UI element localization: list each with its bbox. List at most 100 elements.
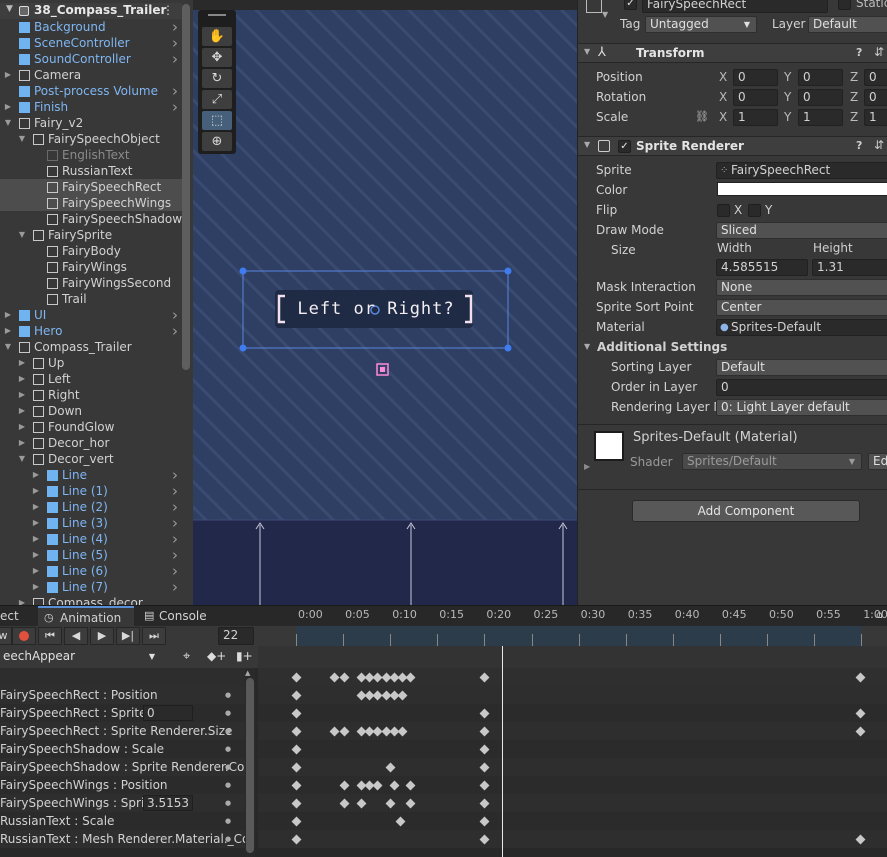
dopesheet-row[interactable] <box>258 704 887 722</box>
dopesheet-row[interactable] <box>258 722 887 740</box>
keyframe-dot-icon[interactable]: ● <box>225 686 231 704</box>
sprite-renderer-header[interactable]: ▼ ✓ Sprite Renderer ? ⇵ <box>578 136 887 156</box>
animation-property-row[interactable]: FairySpeechShadow : Sprite Renderer.Colo… <box>0 758 245 776</box>
hierarchy-item[interactable]: ▶ Line › <box>0 467 182 483</box>
keyframe-dot-icon[interactable]: ● <box>225 704 231 722</box>
play-button[interactable]: ▶ <box>90 627 114 645</box>
hierarchy-item[interactable]: ▼ Fairy_v2 <box>0 115 182 131</box>
chevron-down-icon[interactable]: ▼ <box>17 131 27 147</box>
chevron-right-icon[interactable]: › <box>172 483 178 499</box>
chevron-right-icon[interactable]: ▶ <box>17 595 27 605</box>
hierarchy-item[interactable]: ▶ Right <box>0 387 182 403</box>
animation-property-row[interactable]: FairySpeechRect : Sprite Renderer.Size ● <box>0 722 245 740</box>
keyframe-dot-icon[interactable]: ● <box>225 722 231 740</box>
dopesheet-row[interactable] <box>258 740 887 758</box>
hierarchy-item[interactable]: SceneController › <box>0 35 182 51</box>
animation-property-row[interactable]: FairySpeechWings : Sprit 3.5153 ● <box>0 794 245 812</box>
material-field[interactable]: ● Sprites-Default <box>716 319 887 336</box>
hierarchy-item[interactable]: FairySpeechShadow <box>0 211 182 227</box>
hierarchy-item[interactable]: Background › <box>0 19 182 35</box>
rect-tool-icon[interactable]: ⬚ <box>202 111 232 130</box>
hierarchy-item[interactable]: ▶ Line (5) › <box>0 547 182 563</box>
chevron-right-icon[interactable]: › <box>172 563 178 579</box>
hierarchy-scrollbar[interactable] <box>182 4 190 370</box>
chevron-down-icon[interactable]: ▼ <box>6 4 13 14</box>
chevron-right-icon[interactable]: › <box>172 51 178 67</box>
chevron-right-icon[interactable]: › <box>172 35 178 51</box>
help-icon[interactable]: ? <box>856 46 862 59</box>
scene-menu-icon[interactable]: ⋮ <box>162 3 174 17</box>
hierarchy-item[interactable]: ▼ Compass_Trailer <box>0 339 182 355</box>
chevron-right-icon[interactable]: ▶ <box>3 307 13 323</box>
dopesheet-row[interactable] <box>258 776 887 794</box>
scroll-up-icon[interactable]: ▲ <box>245 669 250 677</box>
chevron-right-icon[interactable]: ▶ <box>17 419 27 435</box>
height-field[interactable]: 1.31 <box>812 259 887 276</box>
hierarchy-item[interactable]: FairySpeechRect <box>0 179 182 195</box>
hierarchy-item[interactable]: ▼ FairySprite <box>0 227 182 243</box>
mask-interaction-dropdown[interactable]: None <box>716 279 887 296</box>
chevron-right-icon[interactable]: ▶ <box>31 531 41 547</box>
width-field[interactable]: 4.585515 <box>716 259 808 276</box>
hierarchy-item[interactable]: FairyWingsSecond <box>0 275 182 291</box>
next-key-button[interactable]: ▶| <box>116 627 140 645</box>
hierarchy-item[interactable]: ▶ Line (2) › <box>0 499 182 515</box>
hierarchy-item[interactable]: ▶ Finish › <box>0 99 182 115</box>
hierarchy-item[interactable]: RussianText <box>0 163 182 179</box>
transform-y-field[interactable]: 1 <box>798 109 843 126</box>
sprite-field[interactable]: ⁘ FairySpeechRect <box>716 162 887 179</box>
add-component-button[interactable]: Add Component <box>632 500 860 522</box>
playhead[interactable] <box>502 646 503 857</box>
link-icon[interactable]: ⛓ <box>695 110 709 123</box>
chevron-right-icon[interactable]: ▶ <box>17 387 27 403</box>
hierarchy-item[interactable]: ▶ Decor_hor <box>0 435 182 451</box>
keyframe-dot-icon[interactable]: ● <box>225 794 231 812</box>
chevron-right-icon[interactable]: › <box>172 515 178 531</box>
first-key-button[interactable]: ⏮ <box>38 627 62 645</box>
chevron-right-icon[interactable]: › <box>172 547 178 563</box>
animation-property-row[interactable]: FairySpeechRect : Position ● <box>0 686 245 704</box>
grip-icon[interactable] <box>208 14 226 16</box>
keyframe-dot-icon[interactable]: ● <box>225 830 231 848</box>
chevron-right-icon[interactable]: ▶ <box>17 355 27 371</box>
chevron-right-icon[interactable]: ▶ <box>17 371 27 387</box>
rendering-layer-dropdown[interactable]: 0: Light Layer default <box>716 399 887 416</box>
transform-z-field[interactable]: 0 <box>864 69 887 86</box>
chevron-right-icon[interactable]: ▶ <box>31 547 41 563</box>
scene-view[interactable]: Left or Right? <box>193 0 577 605</box>
transform-z-field[interactable]: 0 <box>864 89 887 106</box>
sprite-renderer-enabled-checkbox[interactable]: ✓ <box>618 140 631 153</box>
hierarchy-item[interactable]: ▶ Left <box>0 371 182 387</box>
chevron-right-icon[interactable]: ▶ <box>3 67 13 83</box>
chevron-right-icon[interactable]: ▶ <box>584 462 590 471</box>
keyframe-dot-icon[interactable]: ● <box>225 776 231 794</box>
draw-mode-dropdown[interactable]: Sliced <box>716 222 887 239</box>
property-value-field[interactable]: 3.5153 <box>143 795 193 811</box>
static-checkbox[interactable] <box>838 0 851 10</box>
animation-property-row[interactable]: RussianText : Mesh Renderer.Material._Co… <box>0 830 245 848</box>
add-keyframe-icon[interactable]: ◆+ <box>207 649 226 663</box>
record-button[interactable] <box>12 627 36 645</box>
additional-settings-foldout[interactable]: Additional Settings <box>597 340 727 354</box>
chevron-right-icon[interactable]: ▶ <box>31 579 41 595</box>
sorting-layer-dropdown[interactable]: Default <box>716 359 887 376</box>
animation-property-row[interactable]: FairySpeechRect : Sprite 0 ● <box>0 704 245 722</box>
hierarchy-item[interactable]: ▶ FoundGlow <box>0 419 182 435</box>
chevron-right-icon[interactable]: › <box>172 531 178 547</box>
animation-property-row[interactable]: FairySpeechShadow : Scale ● <box>0 740 245 758</box>
chevron-right-icon[interactable]: ▶ <box>31 483 41 499</box>
hierarchy-item[interactable]: ▶ Line (7) › <box>0 579 182 595</box>
chevron-down-icon[interactable]: ▼ <box>3 339 13 355</box>
keyframe-dot-icon[interactable]: ● <box>225 812 231 830</box>
hierarchy-item[interactable]: FairySpeechWings <box>0 195 182 211</box>
keyframe-dot-icon[interactable]: ● <box>225 740 231 758</box>
chevron-down-icon[interactable]: ▼ <box>584 140 590 149</box>
last-key-button[interactable]: ⏭ <box>142 627 166 645</box>
hierarchy-item[interactable]: SoundController › <box>0 51 182 67</box>
hierarchy-item[interactable]: ▶ Up <box>0 355 182 371</box>
chevron-right-icon[interactable]: ▶ <box>3 99 13 115</box>
chevron-right-icon[interactable]: ▶ <box>3 323 13 339</box>
shader-edit-button[interactable]: Ed <box>868 453 887 470</box>
prev-key-button[interactable]: ◀ <box>64 627 88 645</box>
order-in-layer-field[interactable]: 0 <box>716 379 887 396</box>
